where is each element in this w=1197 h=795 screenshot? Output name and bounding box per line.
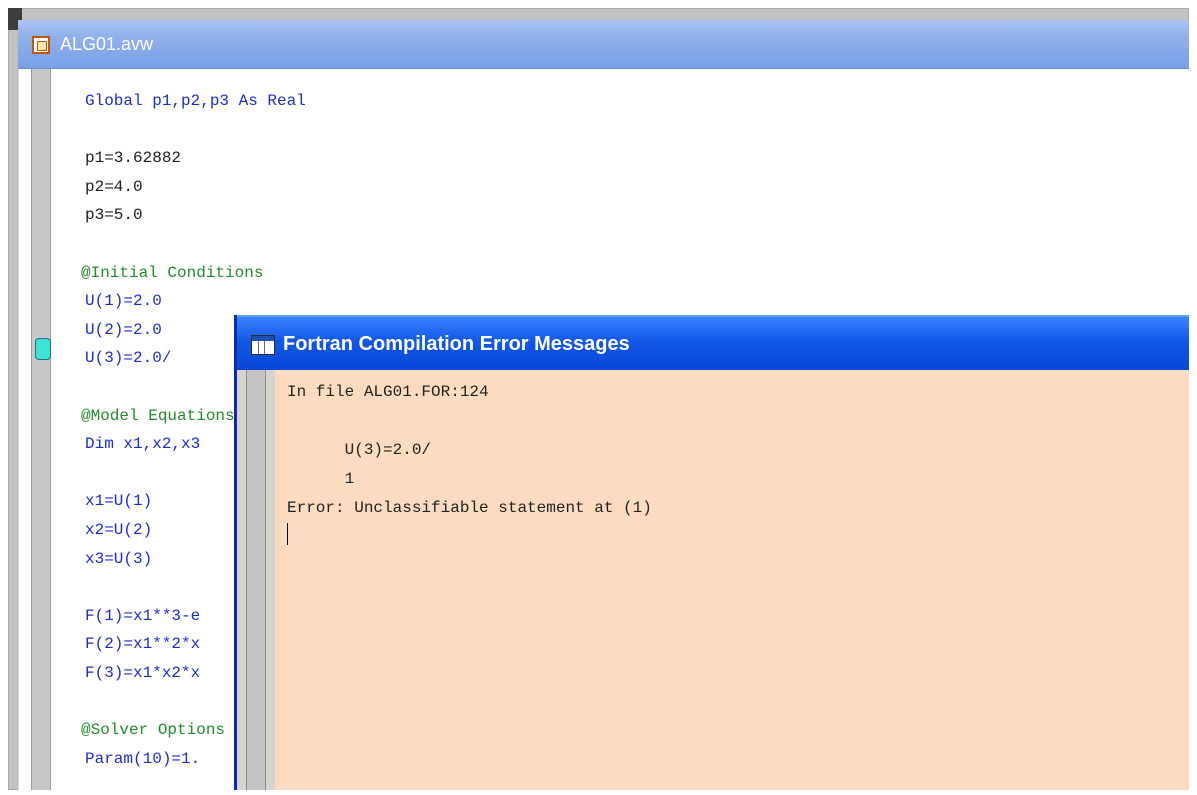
error-window-title-bar[interactable]: Fortran Compilation Error Messages xyxy=(237,315,1189,372)
error-output-area[interactable]: In file ALG01.FOR:124 U(3)=2.0/ 1 Error: … xyxy=(237,370,1189,790)
code-line[interactable] xyxy=(85,116,306,145)
document-icon xyxy=(32,36,50,54)
error-output-text[interactable]: In file ALG01.FOR:124 U(3)=2.0/ 1 Error: … xyxy=(287,378,652,523)
code-line[interactable]: p2=4.0 xyxy=(85,173,306,202)
error-gutter xyxy=(237,370,275,790)
editor-title: ALG01.avw xyxy=(60,34,154,54)
error-line: 1 xyxy=(287,470,355,488)
text-caret xyxy=(287,523,288,545)
window-icon xyxy=(251,335,275,355)
editor-gutter[interactable] xyxy=(31,69,51,790)
code-line[interactable]: p3=5.0 xyxy=(85,201,306,230)
code-line[interactable]: Global p1,p2,p3 As Real xyxy=(85,87,306,116)
error-line: Error: Unclassifiable statement at (1) xyxy=(287,499,652,517)
code-line[interactable]: U(1)=2.0 xyxy=(85,287,306,316)
code-line[interactable]: p1=3.62882 xyxy=(85,144,306,173)
code-line[interactable] xyxy=(85,230,306,259)
error-messages-window[interactable]: Fortran Compilation Error Messages In fi… xyxy=(234,315,1189,790)
error-window-title: Fortran Compilation Error Messages xyxy=(283,333,630,355)
code-line[interactable]: @Initial Conditions xyxy=(81,259,306,288)
error-line xyxy=(287,407,652,436)
breakpoint-marker-icon[interactable] xyxy=(35,338,51,360)
error-line: In file ALG01.FOR:124 xyxy=(287,383,489,401)
editor-title-bar[interactable]: ALG01.avw xyxy=(18,20,1189,69)
error-line: U(3)=2.0/ xyxy=(287,441,432,459)
